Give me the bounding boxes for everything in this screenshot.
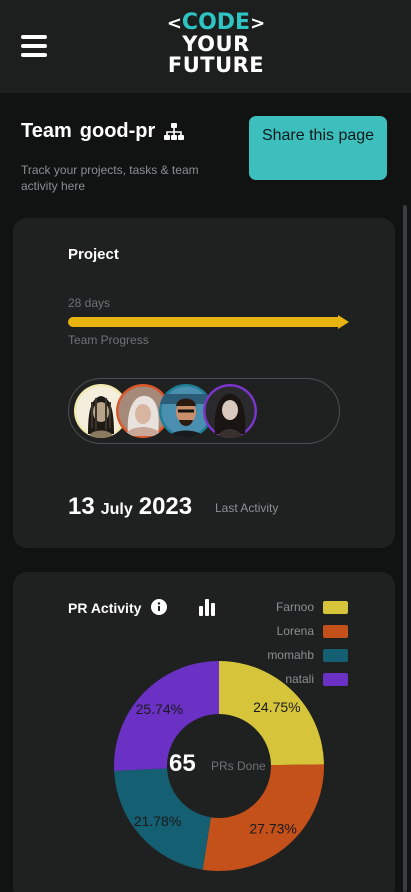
team-subtitle: Track your projects, tasks & team activi…: [21, 163, 199, 193]
donut-slice-label: 21.78%: [134, 813, 181, 829]
pr-activity-card: PR Activity Farnoo Lorena momahb natali …: [13, 572, 395, 892]
legend-item[interactable]: Lorena: [243, 624, 348, 638]
share-page-button[interactable]: Share this page: [249, 116, 387, 180]
project-title: Project: [68, 246, 119, 263]
scrollbar-thumb[interactable]: [403, 205, 407, 892]
team-title: Team: [21, 120, 72, 142]
date-month: July: [100, 501, 133, 518]
team-heading: Team good-pr: [21, 120, 185, 143]
prs-done-label: PRs Done: [211, 759, 266, 773]
legend-swatch: [323, 624, 348, 638]
avatar[interactable]: [203, 384, 257, 438]
prs-done-count: 65: [169, 750, 196, 777]
date-year: 2023: [138, 493, 193, 520]
team-name: good-pr: [79, 120, 156, 142]
donut-slice-label: 27.73%: [249, 820, 296, 836]
donut-slice-lorena[interactable]: [202, 764, 324, 871]
team-progress-bar: [68, 315, 349, 329]
pr-activity-title: PR Activity: [68, 600, 142, 616]
team-avatars-group: [68, 378, 340, 444]
team-progress-label: Team Progress: [68, 333, 149, 347]
last-activity-label: Last Activity: [215, 501, 279, 515]
legend-swatch: [323, 648, 348, 662]
legend-item[interactable]: Farnoo: [243, 600, 348, 614]
bar-chart-icon[interactable]: [198, 598, 216, 616]
sitemap-icon: [164, 122, 185, 140]
project-days: 28 days: [68, 296, 111, 310]
donut-slice-label: 24.75%: [253, 699, 300, 715]
legend-swatch: [323, 600, 348, 614]
project-card: Project 28 days Team Progress 13 July 20…: [13, 218, 395, 548]
last-activity-date: 13 July 2023: [68, 493, 192, 521]
hamburger-menu-icon[interactable]: [21, 34, 47, 58]
legend-swatch: [323, 672, 348, 686]
top-navigation-bar: <CODE> YOUR FUTURE: [0, 0, 411, 93]
donut-slice-label: 25.74%: [136, 701, 183, 717]
info-icon[interactable]: [151, 599, 167, 615]
date-day: 13: [68, 493, 95, 520]
code-your-future-logo[interactable]: <CODE> YOUR FUTURE: [160, 12, 272, 76]
